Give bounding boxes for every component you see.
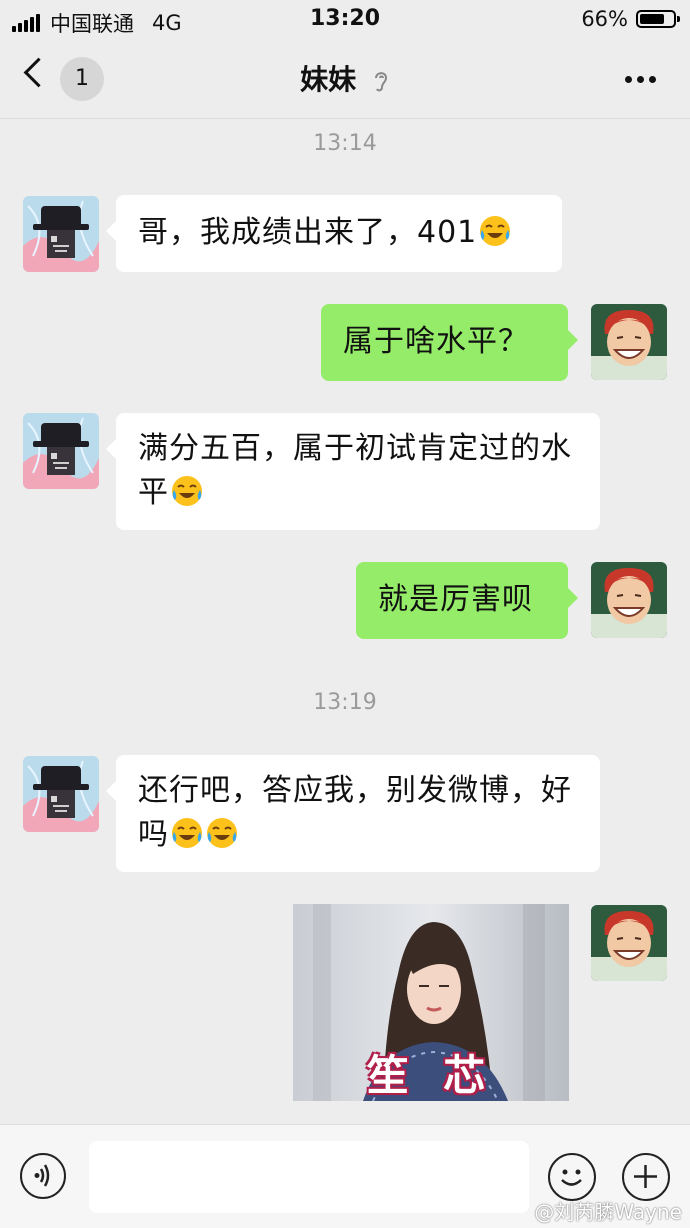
my-avatar[interactable]: [591, 905, 667, 981]
cry-laugh-emoji: [480, 216, 511, 246]
cry-laugh-emoji: [172, 476, 202, 506]
message-bubble-incoming[interactable]: 满分五百，属于初试肯定过的水平: [106, 413, 600, 530]
chat-title-text: 妹妹: [300, 63, 357, 96]
watermark: @刘芮膦Wayne: [534, 1200, 682, 1224]
emoji-icon[interactable]: [548, 1153, 596, 1201]
message-bubble-outgoing[interactable]: 属于啥水平？: [321, 304, 578, 381]
status-bar: 中国联通 4G 13:20 66%: [0, 0, 690, 40]
timestamp: 13:14: [313, 131, 377, 156]
message-text: 就是厉害呗: [378, 582, 533, 617]
cry-laugh-emoji: [172, 818, 202, 848]
ear-icon: [374, 72, 387, 92]
plus-icon[interactable]: [622, 1153, 670, 1201]
voice-icon[interactable]: [20, 1153, 66, 1199]
more-icon[interactable]: [620, 76, 656, 83]
my-avatar[interactable]: [591, 304, 667, 380]
sender-avatar[interactable]: [23, 756, 99, 832]
status-right: 66%: [581, 7, 680, 31]
sticker-image[interactable]: 笙 芯: [293, 904, 569, 1101]
cry-laugh-emoji: [207, 818, 237, 848]
sender-avatar[interactable]: [23, 196, 99, 272]
my-avatar[interactable]: [591, 562, 667, 638]
sender-avatar[interactable]: [23, 413, 99, 489]
message-input[interactable]: [89, 1141, 529, 1213]
chat-header: 1 妹妹: [0, 40, 690, 119]
message-text: 属于啥水平？: [343, 324, 529, 359]
chat-title: 妹妹: [0, 58, 690, 98]
message-text: 哥，我成绩出来了，401: [138, 215, 478, 250]
timestamp: 13:19: [313, 690, 377, 715]
battery-icon: [636, 10, 680, 28]
message-bubble-outgoing[interactable]: 就是厉害呗: [356, 562, 578, 639]
battery-percent: 66%: [581, 7, 628, 31]
message-bubble-incoming[interactable]: 哥，我成绩出来了，401: [106, 195, 562, 272]
message-bubble-incoming[interactable]: 还行吧，答应我，别发微博，好吗: [106, 755, 600, 872]
sticker-caption: 笙 芯: [366, 1051, 496, 1100]
